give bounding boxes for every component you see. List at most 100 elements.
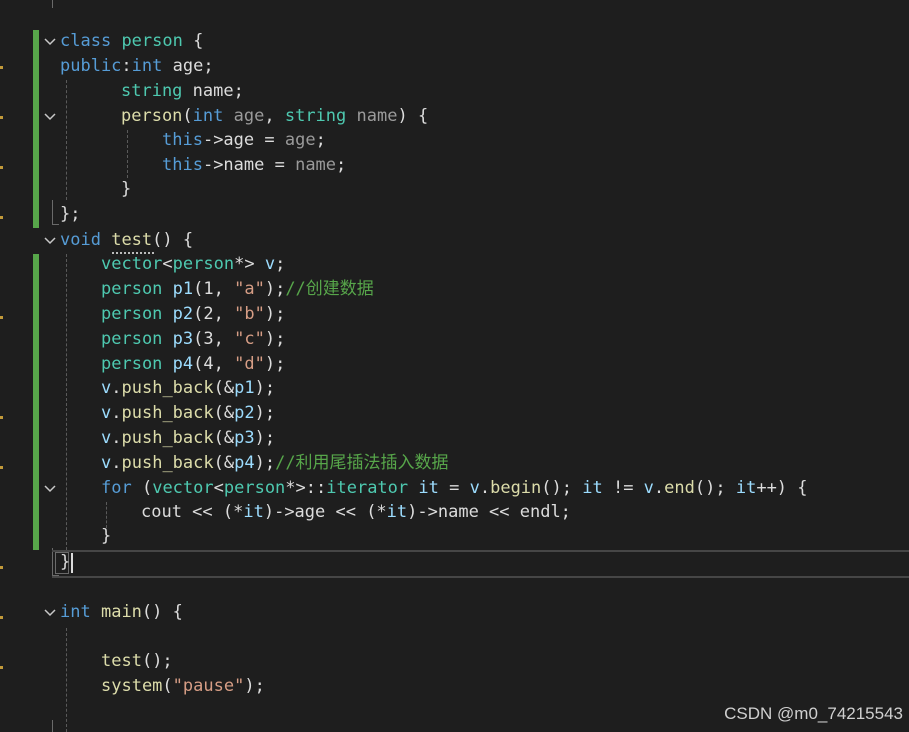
text-caret [71, 553, 73, 573]
code-token: person [101, 354, 163, 374]
code-line[interactable]: int main() { [60, 600, 183, 625]
code-token: p3 [172, 329, 194, 349]
change-indicator [33, 254, 39, 550]
code-token: int [192, 106, 224, 126]
change-indicator [33, 30, 39, 228]
code-line[interactable]: } [60, 550, 70, 575]
code-token: it [582, 478, 603, 498]
code-token: ); [264, 329, 286, 349]
code-token: (& [213, 428, 235, 448]
code-token: () { [152, 230, 194, 250]
code-token: push_back [121, 453, 214, 473]
code-token: end [664, 478, 695, 498]
margin-mark [0, 616, 3, 619]
code-line[interactable]: person p1(1, "a");//创建数据 [101, 277, 374, 302]
code-token: cout << (* [141, 502, 244, 522]
code-token: it [386, 502, 408, 522]
code-token: ; [315, 130, 326, 150]
code-line[interactable]: person(int age, string name) { [121, 104, 428, 129]
code-line[interactable]: v.push_back(&p1); [101, 376, 275, 401]
code-token: ( [131, 478, 153, 498]
code-token: (2, [193, 304, 235, 324]
margin-mark [0, 216, 3, 219]
code-line[interactable]: person p2(2, "b"); [101, 302, 285, 327]
code-token: != [602, 478, 644, 498]
code-token: *>:: [285, 478, 327, 498]
code-line[interactable]: cout << (*it)->age << (*it)->name << end… [141, 500, 571, 525]
code-token: push_back [121, 428, 214, 448]
code-line[interactable]: v.push_back(&p2); [101, 401, 275, 426]
code-token: person [101, 329, 163, 349]
code-token: *> [234, 254, 265, 274]
collapse-chevron-icon[interactable] [42, 109, 58, 125]
code-token: () { [141, 602, 183, 622]
collapse-chevron-icon[interactable] [42, 605, 58, 621]
code-token: v [643, 478, 654, 498]
code-line[interactable]: v.push_back(&p4);//利用尾插法插入数据 [101, 451, 449, 476]
code-token: test [101, 651, 142, 671]
code-token: system [101, 676, 163, 696]
code-line[interactable]: this->age = age; [162, 128, 326, 153]
collapse-chevron-icon[interactable] [42, 34, 58, 50]
code-token: "pause" [172, 676, 245, 696]
code-token: this [162, 130, 203, 150]
code-token: ); [264, 304, 286, 324]
code-line[interactable]: system("pause"); [101, 674, 265, 699]
code-token: this [162, 155, 203, 175]
code-token: (3, [193, 329, 235, 349]
code-token: . [653, 478, 665, 498]
collapse-chevron-icon[interactable] [42, 481, 58, 497]
code-token: . [479, 478, 491, 498]
code-line[interactable]: test(); [101, 649, 173, 674]
margin-mark [0, 116, 3, 119]
code-line[interactable]: } [121, 177, 131, 202]
code-line[interactable]: void test() { [60, 228, 193, 253]
margin-mark [0, 66, 3, 69]
scope-bracket [52, 200, 59, 225]
margin-mark [0, 566, 3, 569]
code-line[interactable]: v.push_back(&p3); [101, 426, 275, 451]
code-token: < [213, 478, 224, 498]
code-token: ; [336, 155, 347, 175]
code-line[interactable]: person p4(4, "d"); [101, 352, 285, 377]
code-token: string [284, 106, 347, 126]
watermark: CSDN @m0_74215543 [724, 704, 903, 723]
indent-guide [66, 628, 67, 732]
scope-bracket [52, 720, 53, 732]
code-token: push_back [121, 403, 214, 423]
code-token: p1 [234, 378, 255, 398]
code-line[interactable]: string name; [121, 79, 244, 104]
code-token: (); [541, 478, 583, 498]
code-token: it [243, 502, 264, 522]
code-token: test [111, 230, 153, 250]
code-token: < [162, 254, 173, 274]
code-token: "d" [234, 354, 265, 374]
code-line[interactable]: public:int age; [60, 54, 214, 79]
code-token: "b" [234, 304, 265, 324]
code-token: ); [254, 428, 276, 448]
code-line[interactable]: person p3(3, "c"); [101, 327, 285, 352]
code-token: begin [490, 478, 542, 498]
code-token: person [121, 31, 183, 51]
code-token: p4 [172, 354, 194, 374]
code-line[interactable]: class person { [60, 29, 203, 54]
code-line[interactable]: for (vector<person*>::iterator it = v.be… [101, 476, 808, 501]
code-token: ->name = [202, 155, 296, 175]
code-line[interactable]: this->name = name; [162, 153, 346, 178]
collapse-chevron-icon[interactable] [42, 233, 58, 249]
code-token: (& [213, 378, 235, 398]
code-token: "a" [234, 279, 265, 299]
code-line[interactable]: }; [60, 202, 80, 227]
code-token: (4, [193, 354, 235, 374]
code-token: p3 [234, 428, 255, 448]
code-token: (& [213, 403, 235, 423]
margin-mark [0, 416, 3, 419]
code-line[interactable]: vector<person*> v; [101, 252, 285, 277]
code-line[interactable]: } [101, 524, 111, 549]
code-token: v [101, 378, 112, 398]
